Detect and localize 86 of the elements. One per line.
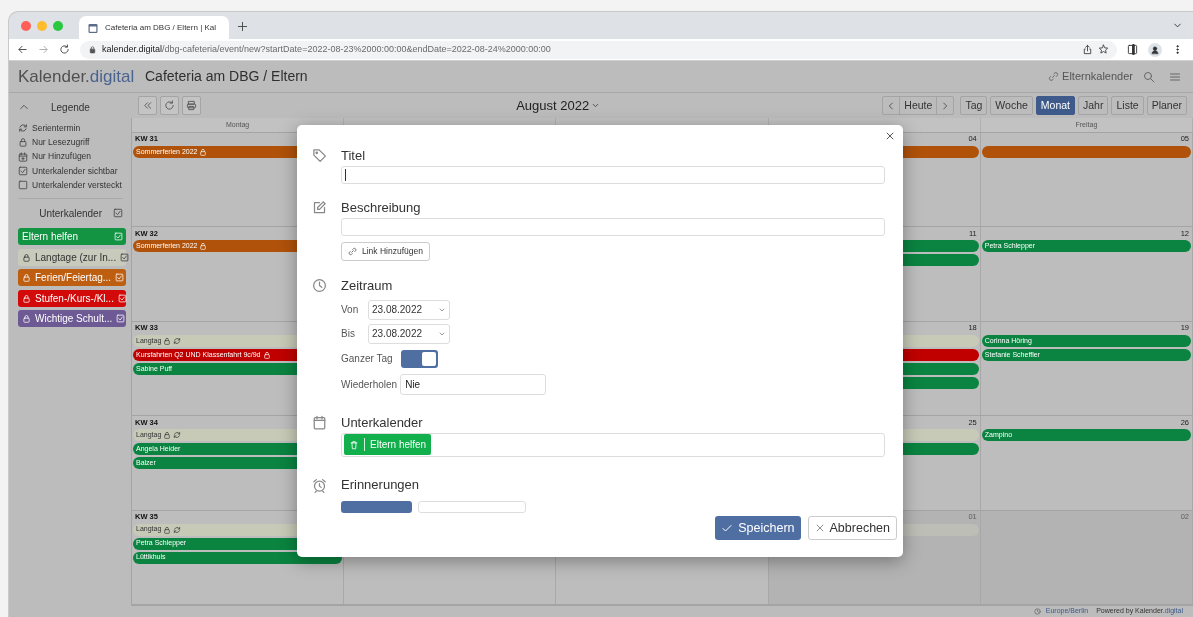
- field-label: Erinnerungen: [341, 476, 420, 495]
- link-icon: [1048, 71, 1060, 82]
- share-icon[interactable]: [1082, 44, 1093, 55]
- end-date-select[interactable]: 23.08.2022: [368, 323, 450, 344]
- calendar-title: Cafeteria am DBG / Eltern: [145, 67, 308, 86]
- side-panel-icon[interactable]: [1127, 44, 1138, 55]
- back-icon[interactable]: [17, 44, 28, 55]
- app-logo[interactable]: Kalender.digital: [18, 63, 137, 90]
- address-bar[interactable]: kalender.digital/dbg-cafeteria/event/new?startDate=2022-08-23%2000:00:00&endDate=2022-08-24%2000:00:00: [80, 40, 1117, 59]
- calendar-favicon-icon: [87, 21, 99, 34]
- view-tab[interactable]: Liste: [1111, 96, 1144, 115]
- close-icon: [814, 523, 825, 533]
- repeat-icon: [18, 123, 28, 134]
- close-icon[interactable]: [885, 131, 895, 141]
- field-label: Von: [341, 303, 360, 317]
- subcalendar-item[interactable]: Wichtige Schult...: [18, 310, 126, 328]
- clock-icon: [1033, 608, 1041, 615]
- field-label: Wiederholen: [341, 377, 398, 392]
- bookmark-star-icon[interactable]: [1098, 44, 1109, 55]
- refresh-icon: [164, 100, 175, 111]
- url-text: kalender.digital/dbg-cafeteria/event/new?startDate=2022-08-23%2000:00:00&endDate=2022-08-24%2000:00:00: [102, 42, 551, 56]
- field-label: Beschreibung: [341, 199, 421, 218]
- view-tab[interactable]: Woche: [990, 96, 1033, 115]
- legend-label: Unterkalender sichtbar: [32, 164, 118, 178]
- calendar-link[interactable]: Elternkalender: [1048, 68, 1133, 85]
- legend-title: Legende: [51, 100, 90, 115]
- start-date-select[interactable]: 23.08.2022: [368, 299, 450, 320]
- month-picker[interactable]: August 2022: [516, 95, 601, 116]
- field-label: Ganzer Tag: [341, 352, 393, 366]
- tag-icon: [311, 148, 327, 164]
- clock-icon: [311, 278, 327, 294]
- forward-icon[interactable]: [38, 44, 49, 55]
- checkbox-checked-icon[interactable]: [113, 208, 123, 219]
- padlock-icon: [88, 45, 97, 54]
- checkbox-checked-icon: [18, 166, 28, 177]
- browser-tab[interactable]: Cafeteria am DBG / Eltern | Kal: [79, 16, 229, 39]
- subcalendars-title: Unterkalender: [39, 207, 102, 221]
- legend-label: Unterkalender versteckt: [32, 178, 122, 192]
- lock-icon: [18, 137, 28, 148]
- title-input[interactable]: [341, 165, 885, 184]
- close-window-button[interactable]: [21, 20, 31, 31]
- reload-icon[interactable]: [59, 44, 70, 55]
- trash-icon[interactable]: [349, 439, 359, 450]
- description-input[interactable]: [341, 217, 885, 236]
- add-link-button[interactable]: Link Hinzufügen: [341, 241, 430, 261]
- collapse-sidebar-button[interactable]: [138, 96, 157, 115]
- double-chevron-left-icon: [142, 100, 153, 111]
- legend-label: Serientermin: [32, 121, 81, 135]
- print-button[interactable]: [182, 96, 201, 115]
- maximize-window-button[interactable]: [53, 20, 63, 31]
- legend-label: Nur Lesezugriff: [32, 136, 90, 149]
- checkbox-checked-icon[interactable]: [120, 253, 130, 262]
- printer-icon: [186, 100, 197, 111]
- view-tab[interactable]: Tag: [960, 96, 988, 115]
- new-tab-icon[interactable]: [237, 21, 248, 32]
- field-label: Zeitraum: [341, 277, 393, 295]
- repeat-select[interactable]: Nie: [400, 373, 547, 395]
- calendar-icon: [311, 415, 327, 431]
- pencil-icon: [311, 200, 327, 216]
- person-icon: [1150, 44, 1160, 55]
- link-icon: [348, 246, 357, 256]
- profile-avatar[interactable]: [1148, 42, 1162, 57]
- save-button[interactable]: Speichern: [715, 516, 801, 540]
- subcalendar-item[interactable]: Stufen-/Kurs-/Kl...: [18, 290, 126, 307]
- view-tab[interactable]: Monat: [1035, 96, 1075, 115]
- calendar-plus-icon: [18, 151, 28, 162]
- collapse-chevron-icon[interactable]: [19, 102, 29, 112]
- search-icon[interactable]: [1143, 70, 1155, 83]
- check-icon: [721, 522, 734, 534]
- all-day-toggle[interactable]: [400, 349, 438, 368]
- cancel-button[interactable]: Abbrechen: [807, 516, 897, 540]
- subcalendar-item[interactable]: Langtage (zur In...: [18, 249, 126, 266]
- view-tab[interactable]: Jahr: [1078, 96, 1109, 115]
- legend-label: Nur Hinzufügen: [32, 150, 92, 164]
- tab-title: Cafeteria am DBG / Eltern | Kal: [105, 21, 216, 34]
- subcalendar-item[interactable]: Ferien/Feiertag...: [18, 269, 126, 287]
- refresh-button[interactable]: [160, 96, 179, 115]
- chevron-down-icon: [591, 101, 601, 110]
- field-label: Bis: [341, 327, 356, 341]
- view-tab[interactable]: Planer: [1146, 96, 1187, 115]
- field-label: Unterkalender: [341, 414, 423, 433]
- subcalendar-item[interactable]: Eltern helfen: [18, 228, 126, 246]
- menu-icon[interactable]: [1169, 70, 1181, 83]
- checkbox-empty-icon: [18, 180, 28, 191]
- field-label: Titel: [341, 147, 366, 165]
- alarm-clock-icon: [311, 477, 327, 493]
